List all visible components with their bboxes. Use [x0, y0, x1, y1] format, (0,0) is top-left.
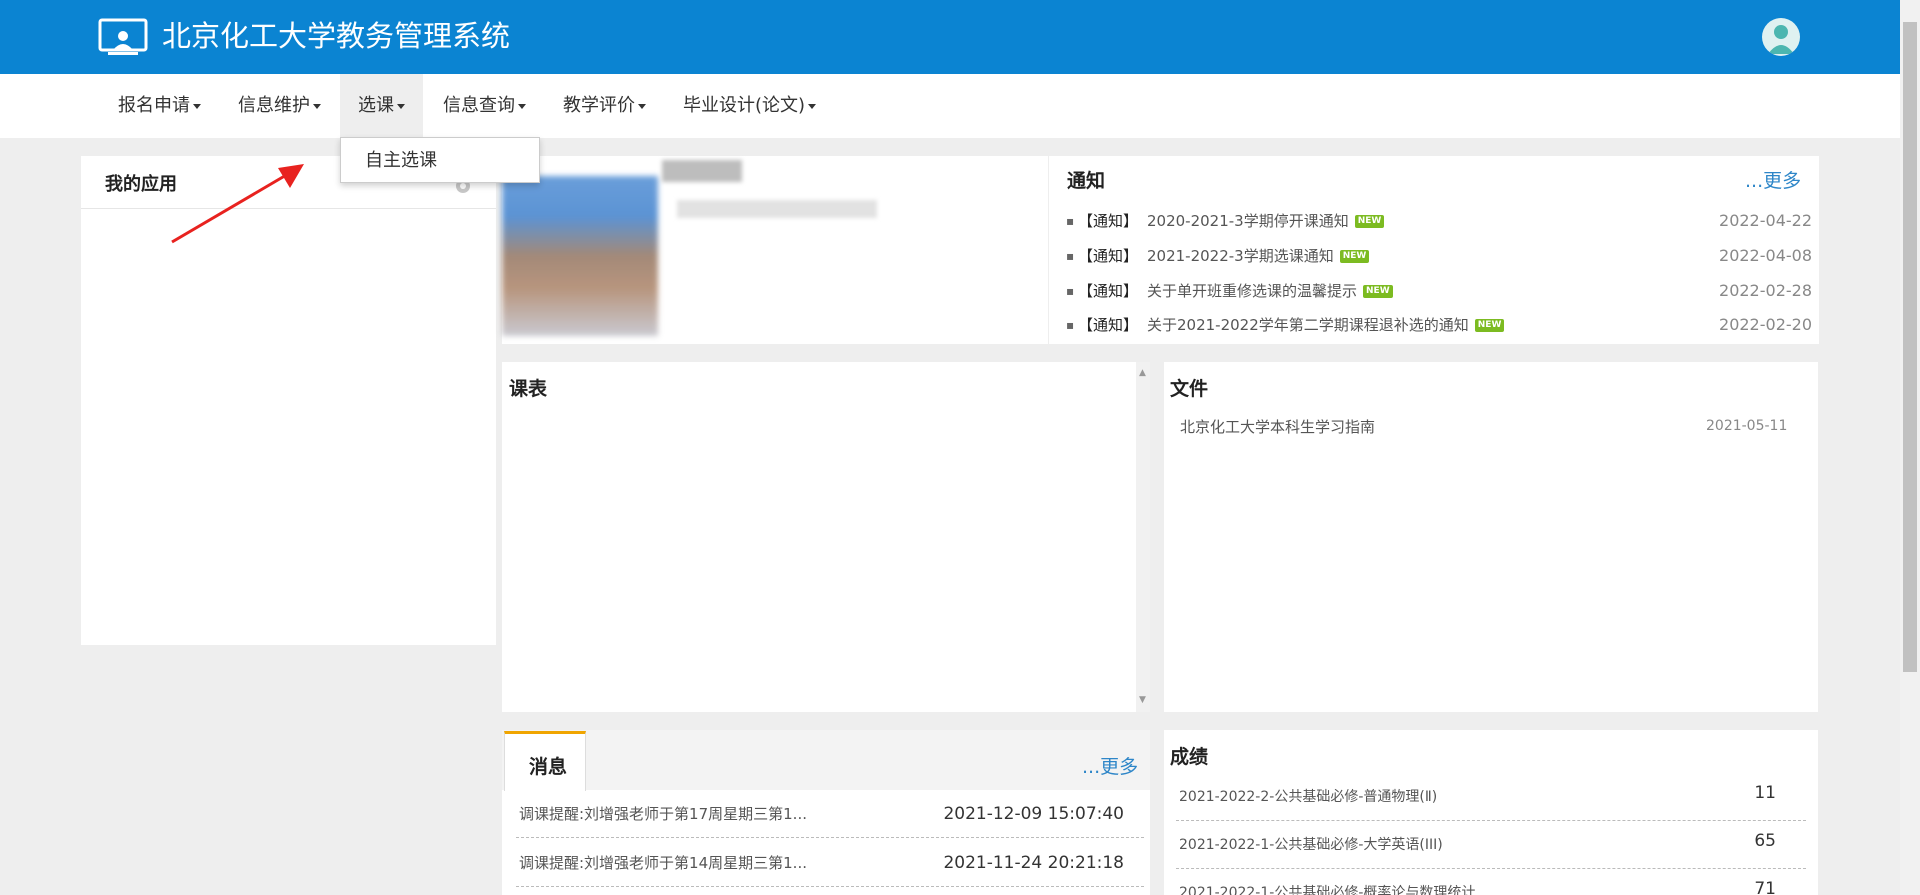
system-logo-icon: [98, 18, 148, 55]
notice-text: 2020-2021-3学期停开课通知: [1147, 212, 1349, 230]
notice-item[interactable]: ▪ 【通知】 2020-2021-3学期停开课通知 NEW 2022-04-22: [1066, 209, 1812, 233]
grade-item[interactable]: 2021-2022-1-公共基础必修-概率论与数理统计 71: [1176, 869, 1806, 895]
course-selection-dropdown: 自主选课: [340, 137, 540, 183]
notice-text: 关于单开班重修选课的温馨提示: [1147, 282, 1358, 300]
notice-date: 2022-04-22: [1719, 211, 1812, 230]
grade-course: 2021-2022-1-公共基础必修-大学英语(III): [1179, 837, 1443, 853]
app-title: 北京化工大学教务管理系统: [162, 19, 511, 53]
student-name-blurred: [662, 160, 742, 182]
user-avatar[interactable]: [1762, 18, 1800, 56]
nav-item-label: 选课: [358, 95, 394, 116]
message-text: 调课提醒:刘增强老师于第17周星期三第1...: [519, 805, 807, 823]
nav-item-info-query[interactable]: 信息查询: [425, 74, 544, 138]
schedule-title: 课表: [509, 378, 548, 400]
scroll-up-icon[interactable]: ▲: [1139, 368, 1146, 378]
nav-item-label: 信息维护: [238, 95, 310, 116]
caret-down-icon: [518, 103, 526, 109]
notice-item[interactable]: ▪ 【通知】 关于2021-2022学年第二学期课程退补选的通知 NEW 2022…: [1066, 313, 1812, 337]
nav-item-graduation-design[interactable]: 毕业设计(论文): [665, 74, 834, 138]
page-scrollbar-thumb[interactable]: [1903, 22, 1917, 672]
grade-course: 2021-2022-2-公共基础必修-普通物理(Ⅱ): [1179, 789, 1438, 805]
nav-item-info-maintenance[interactable]: 信息维护: [220, 74, 339, 138]
files-panel: [1164, 362, 1818, 712]
message-item[interactable]: 调课提醒:刘增强老师于第14周星期三第1... 2021-11-24 20:21…: [516, 839, 1144, 887]
profile-photo-blurred: [502, 176, 658, 336]
caret-down-icon: [313, 103, 321, 109]
bullet-icon: ▪: [1066, 249, 1075, 263]
file-date: 2021-05-11: [1706, 418, 1788, 434]
messages-more-link[interactable]: ...更多: [1082, 752, 1138, 779]
notice-tag: 【通知】: [1078, 212, 1139, 230]
student-info-blurred: [677, 200, 877, 218]
file-link[interactable]: 北京化工大学本科生学习指南: [1180, 416, 1375, 437]
bullet-icon: ▪: [1066, 284, 1075, 298]
notice-date: 2022-02-28: [1719, 281, 1812, 300]
message-text: 调课提醒:刘增强老师于第14周星期三第1...: [519, 854, 807, 872]
files-title: 文件: [1170, 378, 1209, 400]
tab-messages-label: 消息: [529, 756, 568, 778]
dropdown-item-self-selection[interactable]: 自主选课: [365, 138, 437, 184]
notice-item[interactable]: ▪ 【通知】 2021-2022-3学期选课通知 NEW 2022-04-08: [1066, 244, 1812, 268]
scroll-down-icon[interactable]: ▼: [1139, 695, 1146, 705]
annotation-arrow-icon: [171, 164, 304, 244]
caret-down-icon: [808, 103, 817, 109]
notice-date: 2022-02-20: [1719, 315, 1812, 334]
notice-text-wrap: 2021-2022-3学期选课通知 NEW: [1147, 244, 1370, 268]
new-badge: NEW: [1354, 215, 1385, 228]
bullet-icon: ▪: [1066, 318, 1075, 332]
notice-more-link[interactable]: ...更多: [1745, 166, 1801, 193]
new-badge: NEW: [1363, 285, 1393, 298]
profile-panel: [502, 156, 1048, 344]
nav-item-label: 教学评价: [563, 95, 635, 116]
notice-text: 2021-2022-3学期选课通知: [1147, 247, 1334, 265]
notice-tag: 【通知】: [1078, 282, 1139, 300]
notice-text-wrap: 2020-2021-3学期停开课通知 NEW: [1147, 209, 1385, 233]
user-avatar-icon: [1768, 25, 1794, 54]
nav-item-course-selection[interactable]: 选课: [340, 74, 423, 138]
nav-item-teaching-evaluation[interactable]: 教学评价: [545, 74, 664, 138]
message-time: 2021-12-09 15:07:40: [943, 804, 1124, 824]
schedule-panel: [502, 362, 1136, 712]
notice-tag: 【通知】: [1078, 316, 1139, 334]
my-apps-title: 我的应用: [105, 174, 177, 195]
notice-date: 2022-04-08: [1719, 246, 1812, 265]
message-item[interactable]: 调课提醒:刘增强老师于第17周星期三第1... 2021-12-09 15:07…: [516, 790, 1144, 838]
notice-text: 关于2021-2022学年第二学期课程退补选的通知: [1147, 316, 1469, 334]
message-time: 2021-11-24 20:21:18: [943, 853, 1124, 873]
caret-down-icon: [397, 103, 405, 109]
messages-tab-bar: [502, 730, 1150, 790]
nav-item-label: 毕业设计(论文): [683, 95, 806, 116]
grades-title: 成绩: [1170, 746, 1209, 768]
caret-down-icon: [193, 103, 201, 109]
grade-score: 65: [1754, 831, 1776, 851]
notice-item[interactable]: ▪ 【通知】 关于单开班重修选课的温馨提示 NEW 2022-02-28: [1066, 279, 1812, 303]
grade-item[interactable]: 2021-2022-1-公共基础必修-大学英语(III) 65: [1176, 821, 1806, 869]
grade-item[interactable]: 2021-2022-2-公共基础必修-普通物理(Ⅱ) 11: [1176, 773, 1806, 821]
notice-tag: 【通知】: [1078, 247, 1139, 265]
notice-text-wrap: 关于2021-2022学年第二学期课程退补选的通知 NEW: [1147, 313, 1505, 337]
notice-title: 通知: [1067, 170, 1106, 192]
new-badge: NEW: [1474, 319, 1505, 332]
new-badge: NEW: [1339, 250, 1370, 263]
bullet-icon: ▪: [1066, 214, 1075, 228]
grade-score: 11: [1754, 783, 1776, 803]
schedule-scrollbar[interactable]: [1136, 362, 1150, 712]
nav-item-label: 信息查询: [443, 95, 515, 116]
caret-down-icon: [638, 103, 646, 109]
grade-course: 2021-2022-1-公共基础必修-概率论与数理统计: [1179, 885, 1476, 895]
nav-item-registration[interactable]: 报名申请: [100, 74, 219, 138]
nav-item-label: 报名申请: [118, 95, 190, 116]
grade-score: 71: [1754, 879, 1776, 895]
notice-text-wrap: 关于单开班重修选课的温馨提示 NEW: [1147, 279, 1393, 303]
